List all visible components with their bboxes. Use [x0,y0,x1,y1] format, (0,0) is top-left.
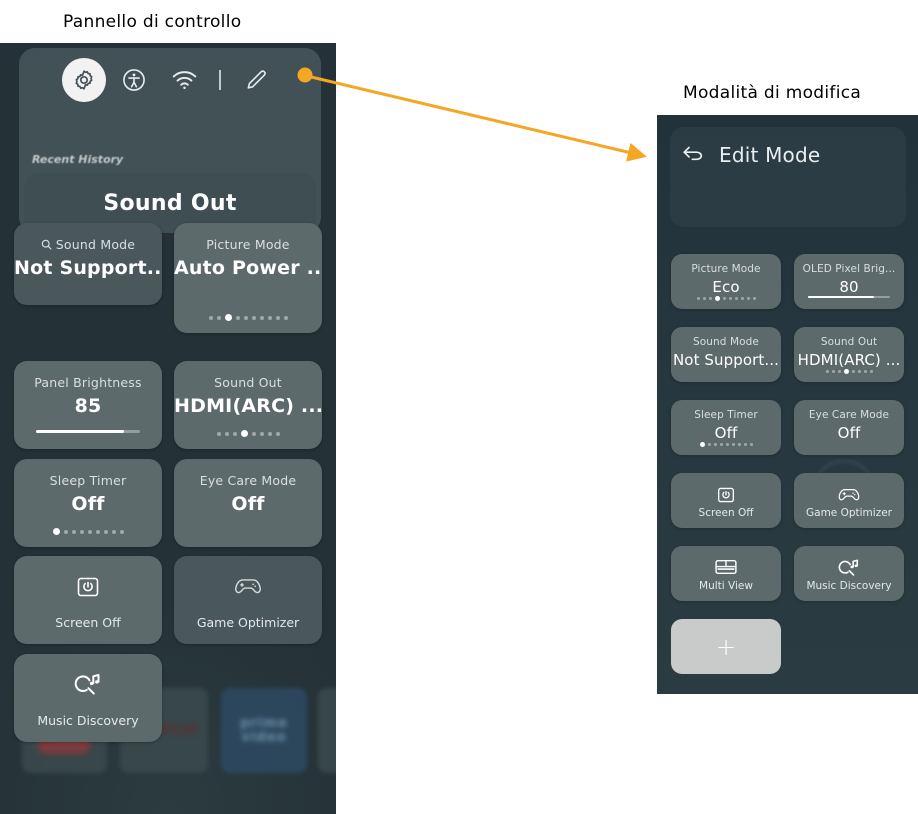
edit-tile-sound-mode-title: Sound Mode [692,336,759,348]
control-panel-icon-bar [19,51,321,109]
edit-tile-sound-mode[interactable]: Sound Mode Not Support... [671,327,781,382]
tile-sleep-timer-value: Off [71,493,105,515]
control-panel-screenshot: NETFLIX prime video Recent History Sound… [0,43,336,814]
tile-sleep-timer-title: Sleep Timer [49,473,127,488]
edit-tile-sound-mode-value: Not Support... [672,351,780,369]
tile-game-optimizer[interactable]: Game Optimizer [174,556,322,644]
tile-picture-mode-dots [174,314,322,321]
tile-eye-care-mode-title: Eye Care Mode [199,473,297,488]
edit-tile-eye-care-mode-value: Off [837,424,861,442]
tile-music-discovery-label: Music Discovery [37,713,139,728]
wifi-icon[interactable] [162,58,206,102]
edit-tile-picture-mode-title: Picture Mode [691,263,761,275]
tile-eye-care-mode[interactable]: Eye Care Mode Off [174,459,322,547]
tile-sound-mode[interactable]: Sound Mode Not Support... [14,223,162,305]
edit-tile-game-optimizer-label: Game Optimizer [806,507,892,519]
multi-view-icon [671,558,781,576]
prime-video-app-label: prime video [240,715,288,745]
tile-panel-brightness-slider[interactable] [36,430,140,433]
tile-sleep-timer-dots [14,528,162,535]
power-screen-off-icon [671,485,781,505]
recent-history-label: Recent History [32,153,124,166]
gamepad-icon [794,485,904,504]
power-screen-off-icon [14,574,162,600]
tile-screen-off-label: Screen Off [55,615,121,630]
edit-tile-sleep-timer-title: Sleep Timer [694,409,758,421]
tile-panel-brightness-value: 85 [74,395,102,417]
add-tile-button[interactable]: + [671,619,781,674]
edit-tile-music-discovery[interactable]: Music Discovery [794,546,904,601]
edit-tile-eye-care-mode[interactable]: Eye Care Mode Off [794,400,904,455]
edit-tile-game-optimizer[interactable]: Game Optimizer [794,473,904,528]
gamepad-icon [174,574,322,598]
edit-tile-screen-off-label: Screen Off [698,507,754,519]
search-icon [41,239,52,250]
tile-sound-mode-value: Not Support... [14,257,162,279]
extra-app-tile [318,688,336,773]
back-arrow-icon[interactable] [681,143,705,167]
tile-sound-out-value: HDMI(ARC) ... [174,395,322,417]
tile-sound-out-dots [174,430,322,437]
edit-tile-oled-pixel-brightness-slider[interactable] [808,295,890,298]
right-panel-caption: Modalità di modifica [683,83,862,103]
settings-icon[interactable] [62,58,106,102]
left-panel-caption: Pannello di controllo [63,12,242,32]
edit-tile-oled-pixel-brightness-title: OLED Pixel Brig... [802,263,896,275]
prime-video-app-tile: prime video [221,688,307,773]
edit-tile-screen-off[interactable]: Screen Off [671,473,781,528]
edit-tile-sleep-timer-dots [671,442,781,447]
edit-tile-sound-out-value: HDMI(ARC) ... [797,351,901,369]
edit-tile-oled-pixel-brightness-value: 80 [839,278,859,296]
tile-panel-brightness-title: Panel Brightness [34,375,142,390]
edit-tile-sleep-timer-value: Off [714,424,738,442]
tile-screen-off[interactable]: Screen Off [14,556,162,644]
add-tile-plus-label: + [715,632,737,661]
tile-sound-mode-title: Sound Mode [14,237,162,252]
edit-tile-picture-mode-dots [671,296,781,301]
edit-tile-picture-mode-value: Eco [712,278,740,296]
tile-sound-out-title: Sound Out [214,375,282,390]
edit-mode-screenshot: Edit Mode Picture Mode Eco OLED Pixel Br… [657,115,918,694]
tile-sound-out[interactable]: Sound Out HDMI(ARC) ... [174,361,322,449]
tile-sleep-timer[interactable]: Sleep Timer Off [14,459,162,547]
tile-picture-mode-title: Picture Mode [206,237,290,252]
tile-picture-mode[interactable]: Picture Mode Auto Power ... [174,223,322,333]
music-search-icon [794,558,904,580]
icon-bar-divider [219,70,221,90]
accessibility-icon[interactable] [112,58,156,102]
tile-picture-mode-value: Auto Power ... [174,257,322,279]
edit-tile-picture-mode[interactable]: Picture Mode Eco [671,254,781,309]
edit-tile-oled-pixel-brightness[interactable]: OLED Pixel Brig... 80 [794,254,904,309]
edit-tile-multi-view-label: Multi View [699,580,753,592]
edit-tile-sound-out[interactable]: Sound Out HDMI(ARC) ... [794,327,904,382]
edit-tile-eye-care-mode-title: Eye Care Mode [808,409,890,421]
tile-music-discovery[interactable]: Music Discovery [14,654,162,742]
edit-mode-header: Edit Mode [681,143,820,167]
edit-tile-multi-view[interactable]: Multi View [671,546,781,601]
tile-eye-care-mode-value: Off [231,493,265,515]
tile-panel-brightness[interactable]: Panel Brightness 85 [14,361,162,449]
edit-mode-header-card [670,127,906,227]
music-search-icon [14,672,162,700]
edit-tile-sleep-timer[interactable]: Sleep Timer Off [671,400,781,455]
edit-pencil-icon[interactable] [234,58,278,102]
tile-game-optimizer-label: Game Optimizer [196,615,300,630]
edit-tile-music-discovery-label: Music Discovery [806,580,892,592]
edit-tile-sound-out-dots [794,369,904,374]
edit-mode-title: Edit Mode [719,143,821,167]
edit-tile-sound-out-title: Sound Out [820,336,878,348]
